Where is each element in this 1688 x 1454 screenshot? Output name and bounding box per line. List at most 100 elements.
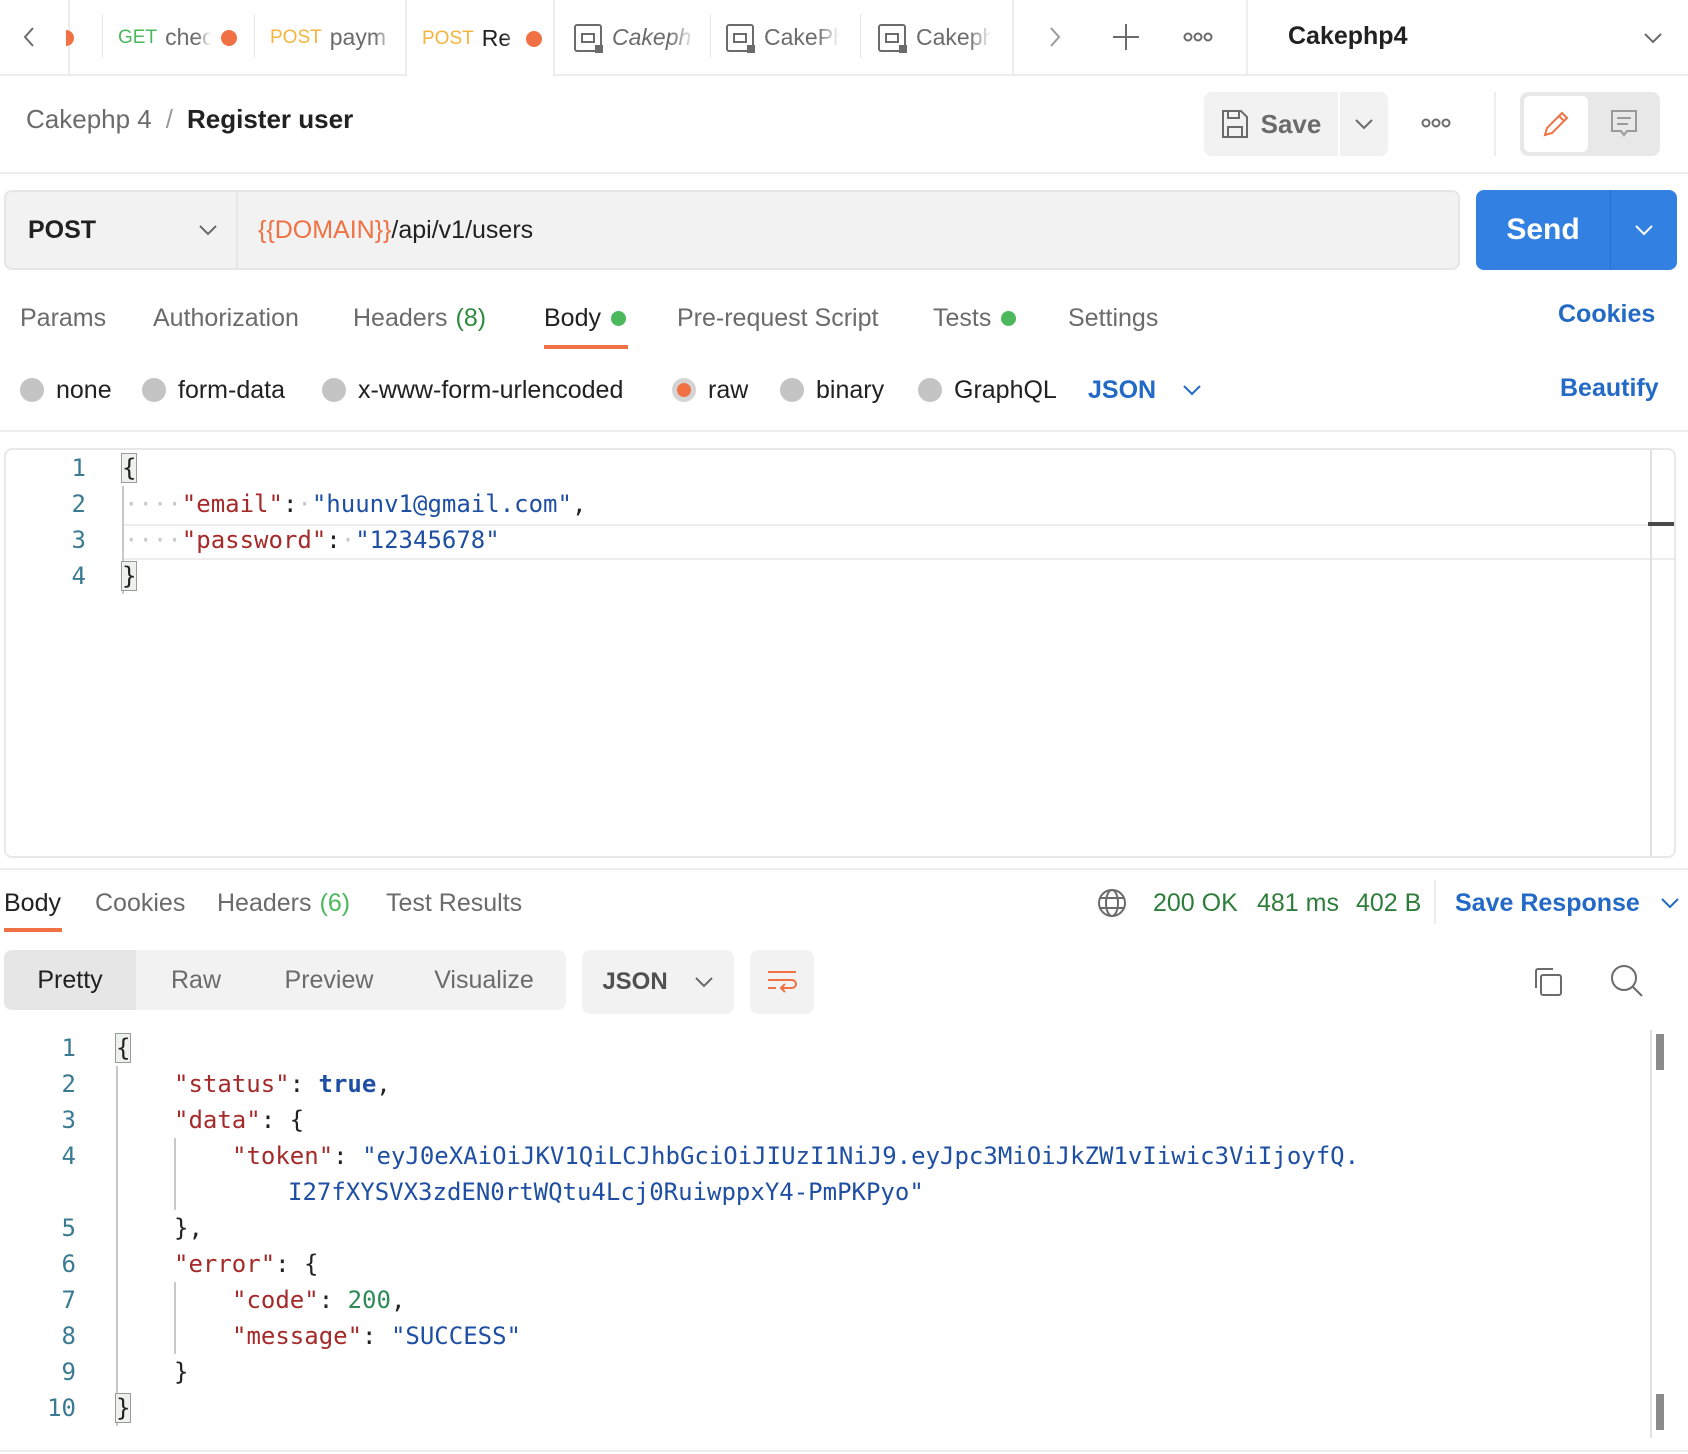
request-tab-hidden[interactable]	[66, 0, 82, 75]
comments-mode-button[interactable]	[1592, 96, 1656, 152]
url-variable: {{DOMAIN}}	[258, 215, 392, 244]
view-pretty[interactable]: Pretty	[4, 950, 136, 1010]
collection-tab-3[interactable]: Cakeph	[878, 0, 1012, 75]
tab-tests[interactable]: Tests	[933, 300, 1017, 336]
pencil-icon	[1543, 111, 1569, 137]
scroll-tabs-right-button[interactable]	[1040, 20, 1070, 54]
editor-scrollbar[interactable]	[1650, 450, 1652, 856]
collection-icon	[574, 23, 603, 53]
response-scrollbar-track[interactable]	[1650, 1030, 1652, 1438]
scroll-tabs-left-button[interactable]	[14, 20, 44, 54]
copy-response-button[interactable]	[1530, 964, 1566, 1000]
line-number: 6	[61, 1250, 76, 1278]
view-visualize[interactable]: Visualize	[402, 950, 566, 1010]
body-format-select[interactable]: JSON	[1088, 374, 1202, 406]
wrap-lines-button[interactable]	[750, 950, 814, 1014]
tab-options-button[interactable]	[1180, 20, 1216, 54]
response-tab-headers[interactable]: Headers (6)	[217, 886, 350, 920]
pane-divider[interactable]	[0, 868, 1688, 870]
radio-icon	[918, 378, 942, 402]
tab-pre-request-script[interactable]: Pre-request Script	[677, 300, 878, 336]
chevron-down-icon	[1635, 225, 1653, 236]
http-method-select[interactable]: POST	[4, 190, 236, 270]
collection-tab-2[interactable]: CakePh	[726, 0, 860, 75]
json-key: "message"	[232, 1322, 363, 1350]
save-options-dropdown[interactable]	[1340, 92, 1388, 156]
response-status[interactable]: 200 OK	[1153, 886, 1238, 920]
line-number: 5	[61, 1214, 76, 1242]
response-tab-test-results[interactable]: Test Results	[386, 886, 522, 920]
line-number: 1	[71, 454, 86, 482]
json-key: "status"	[174, 1070, 290, 1098]
brace: {	[114, 1033, 132, 1063]
active-tab-underline	[4, 928, 62, 932]
tab-bar: GET chec POST paym POST Re Cakeph CakePh…	[0, 0, 1688, 77]
cookies-link[interactable]: Cookies	[1558, 300, 1655, 329]
tab-label: Pre-request Script	[677, 303, 879, 332]
response-size[interactable]: 402 B	[1356, 886, 1421, 920]
tab-body[interactable]: Body	[544, 300, 626, 336]
breadcrumb-collection[interactable]: Cakephp 4	[26, 104, 152, 135]
tab-label: Test Results	[386, 888, 523, 917]
send-options-dropdown[interactable]	[1611, 190, 1677, 270]
request-title[interactable]: Register user	[187, 104, 353, 135]
tab-headers[interactable]: Headers (8)	[353, 300, 486, 336]
body-type-binary[interactable]: binary	[780, 374, 884, 406]
tab-settings[interactable]: Settings	[1068, 300, 1158, 336]
radio-label: form-data	[178, 375, 285, 404]
code-line: "error": {	[174, 1250, 319, 1278]
active-indicator-dot	[610, 310, 626, 326]
request-tab-post-register[interactable]: POST Re	[405, 0, 555, 77]
unsaved-dot-icon	[221, 29, 238, 46]
tab-label: paym	[329, 24, 386, 50]
edit-mode-button[interactable]	[1524, 96, 1588, 152]
wrap-text-icon	[768, 971, 797, 993]
save-response-button[interactable]: Save Response	[1455, 886, 1680, 920]
search-response-button[interactable]	[1608, 962, 1646, 1000]
json-key: "error"	[174, 1250, 276, 1278]
view-preview[interactable]: Preview	[256, 950, 402, 1010]
body-type-none[interactable]: none	[20, 374, 112, 406]
active-tab-underline	[544, 345, 628, 349]
environment-dropdown-button[interactable]	[1636, 24, 1670, 52]
response-body-viewer[interactable]: 1 2 3 4 5 6 7 8 9 10 { "status": true, "…	[0, 1030, 1688, 1454]
brace: {	[120, 453, 138, 483]
request-tab-get-check[interactable]: GET chec	[118, 0, 242, 75]
request-tab-post-payment[interactable]: POST paym	[270, 0, 396, 75]
response-tab-cookies[interactable]: Cookies	[95, 886, 185, 920]
body-type-form-data[interactable]: form-data	[142, 374, 285, 406]
scrollbar-marker-bottom	[1656, 1394, 1664, 1430]
tab-label: Cookies	[95, 888, 186, 917]
active-indicator-dot	[1001, 310, 1017, 326]
body-type-graphql[interactable]: GraphQL	[918, 374, 1057, 406]
save-button[interactable]: Save	[1204, 92, 1338, 156]
tab-params[interactable]: Params	[20, 300, 106, 336]
radio-icon	[142, 378, 166, 402]
view-raw[interactable]: Raw	[136, 950, 256, 1010]
new-tab-button[interactable]	[1108, 18, 1144, 56]
response-format-select[interactable]: JSON	[582, 950, 734, 1014]
section-divider	[0, 430, 1688, 432]
collection-tab-1[interactable]: Cakeph	[574, 0, 710, 75]
tab-label: Tests	[933, 303, 992, 332]
response-time[interactable]: 481 ms	[1257, 886, 1339, 920]
beautify-button[interactable]: Beautify	[1560, 374, 1659, 403]
json-value: "12345678"	[355, 526, 500, 554]
send-button[interactable]: Send	[1476, 190, 1610, 270]
view-mode-toggle	[1520, 92, 1660, 156]
tab-authorization[interactable]: Authorization	[153, 300, 299, 336]
code-line: "data": {	[174, 1106, 305, 1134]
environment-selector-label[interactable]: Cakephp4	[1288, 22, 1407, 51]
url-input[interactable]: {{DOMAIN}}/api/v1/users	[236, 190, 1460, 270]
network-info-button[interactable]	[1096, 886, 1128, 920]
body-type-raw[interactable]: raw	[672, 374, 748, 406]
code-line: ···· "email": · "huunv1@gmail.com",	[124, 490, 587, 518]
response-tab-body[interactable]: Body	[4, 886, 61, 920]
request-options-button[interactable]	[1418, 108, 1454, 138]
body-type-urlencoded[interactable]: x-www-form-urlencoded	[322, 374, 623, 406]
code-line: "token": "eyJ0eXAiOiJKV1QiLCJhbGciOiJIUz…	[232, 1142, 1360, 1170]
request-body-editor[interactable]: 1 { 2 ···· "email": · "huunv1@gmail.com", 3…	[4, 448, 1676, 858]
line-number: 4	[61, 1142, 76, 1170]
tab-label: CakePh	[764, 24, 840, 50]
save-label: Save	[1260, 108, 1322, 139]
